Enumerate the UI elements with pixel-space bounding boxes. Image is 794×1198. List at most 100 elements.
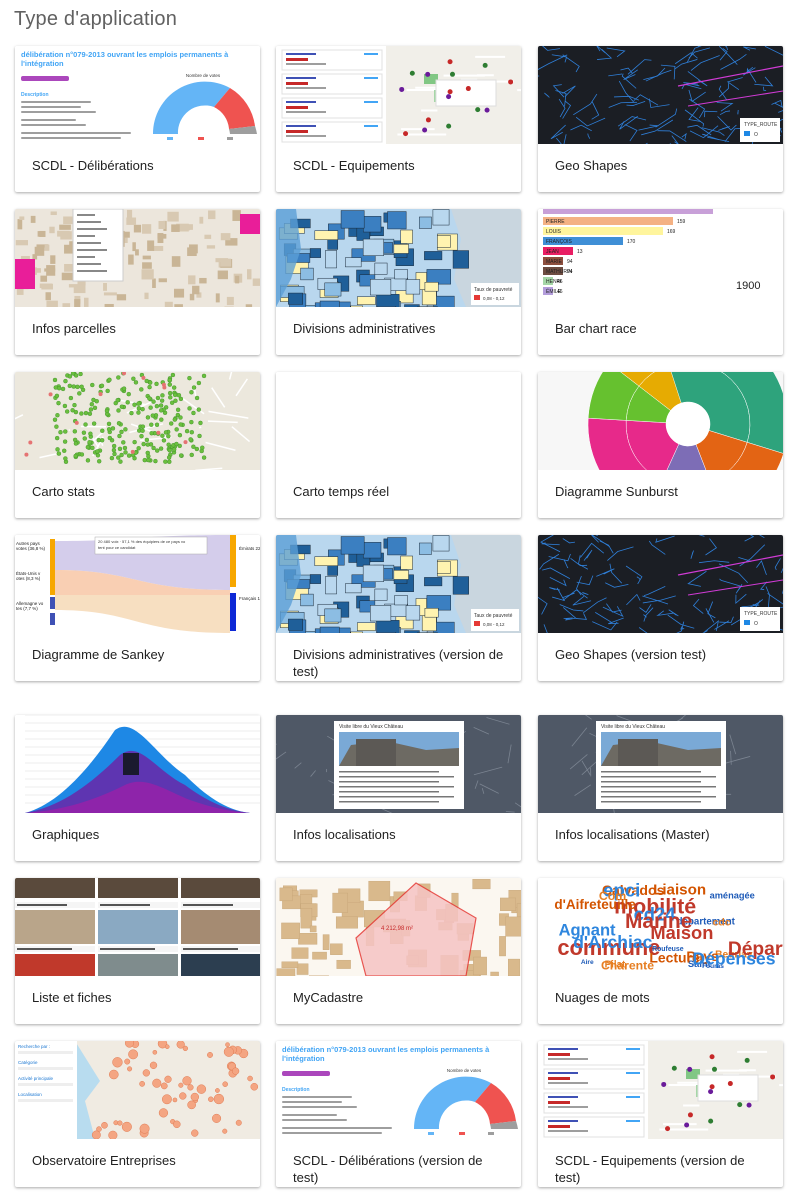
app-type-card-scdl-equipements[interactable]: SCDL - Equipements [276,46,521,192]
svg-text:MARIE: MARIE [546,259,563,265]
card-title: MyCadastre [293,990,364,1005]
svg-text:Liaison: Liaison [653,882,706,899]
app-type-card-diagramme-de-sankey[interactable]: 20 480 voix · 57,1 % des équipiers de ce… [15,535,260,681]
svg-text:TYPE_ROUTE: TYPE_ROUTE [744,122,778,128]
svg-text:Visite libre du Vieux Château: Visite libre du Vieux Château [339,724,403,730]
svg-text:169: 169 [667,229,676,235]
svg-text:O: O [754,132,758,138]
app-type-card-nuages-de-mots[interactable]: Saint Beurlay Calvados epci mobilité aménagée… [538,878,783,1024]
card-title: SCDL - Equipements (version de test) [555,1153,745,1185]
card-title: SCDL - Délibérations [32,158,154,173]
app-type-card-divisions-administratives[interactable]: Taux de pauvreté 0,08 - 0,12 Divisions adm… [276,209,521,355]
card-thumbnail: PIERRE 159 LOUIS 169 FRANÇOIS 170 JEAN 13 MARIE 9… [538,209,783,307]
card-title: Geo Shapes [555,158,628,173]
svg-text:JEAN: JEAN [546,249,559,255]
card-thumbnail [15,878,260,976]
card-title: Graphiques [32,827,100,842]
svg-text:Activité principale: Activité principale [18,1076,54,1081]
card-thumbnail: Taux de pauvreté 0,08 - 0,12 [276,209,521,307]
svg-text:cdc: cdc [713,918,731,929]
svg-text:LOUIS: LOUIS [546,229,562,235]
card-thumbnail [15,209,260,307]
svg-text:Localisation: Localisation [18,1092,42,1097]
svg-text:Nombre de votes: Nombre de votes [447,1068,482,1073]
card-thumbnail: Saint Beurlay Calvados epci mobilité aménagée… [538,878,783,976]
svg-text:Aire: Aire [581,959,594,966]
card-thumbnail: 4 212,98 m² [276,878,521,976]
card-title: Divisions administratives (version de te… [293,647,504,679]
card-thumbnail [15,372,260,470]
card-thumbnail [538,1041,783,1139]
svg-text:votes (36,8 %): votes (36,8 %) [16,546,46,551]
svg-text:Taux de pauvreté: Taux de pauvreté [474,613,513,619]
card-thumbnail [276,46,521,144]
card-thumbnail [538,372,783,470]
card-thumbnail: délibération n°079-2013 ouvrant les empl… [15,46,260,144]
svg-text:20 480 voix · 57,1 % des équip: 20 480 voix · 57,1 % des équipiers de ce… [98,539,186,544]
svg-text:Visite libre du Vieux Château: Visite libre du Vieux Château [601,724,665,730]
svg-text:13: 13 [577,249,583,255]
card-title: Infos parcelles [32,321,116,336]
card-thumbnail: Recherche par : Catégorie Activité princip… [15,1041,260,1139]
app-type-card-bar-chart-race[interactable]: PIERRE 159 LOUIS 169 FRANÇOIS 170 JEAN 13 MARIE 9… [538,209,783,355]
app-type-card-infos-parcelles[interactable]: Infos parcelles [15,209,260,355]
svg-text:PIERRE: PIERRE [546,219,565,225]
app-type-card-geo-shapes-version-test[interactable]: TYPE_ROUTE O Geo Shapes (version test) [538,535,783,681]
svg-text:Com: Com [599,889,626,903]
svg-text:otes (8,3 %): otes (8,3 %) [16,576,41,581]
app-type-card-mycadastre[interactable]: 4 212,98 m² MyCadastre [276,878,521,1024]
svg-text:46: 46 [557,289,563,295]
card-title: Carto stats [32,484,95,499]
svg-text:0,08 - 0,12: 0,08 - 0,12 [483,622,505,627]
card-thumbnail: Visite libre du Vieux Château [538,715,783,813]
svg-text:170: 170 [627,239,636,245]
card-thumbnail: TYPE_ROUTE O [538,535,783,633]
app-type-card-divisions-administratives-version-de-test[interactable]: Taux de pauvreté 0,08 - 0,12 Divisions adm… [276,535,521,681]
card-title: Bar chart race [555,321,637,336]
svg-text:4 212,98 m²: 4 212,98 m² [381,926,413,932]
app-type-card-carto-stats[interactable]: Carto stats [15,372,260,518]
card-title: Nuages de mots [555,990,650,1005]
page-title: Type d'application [14,8,178,30]
app-type-card-infos-localisations-master[interactable]: Visite libre du Vieux Château Infos local… [538,715,783,861]
svg-text:Fouras: Fouras [702,963,724,970]
svg-text:O: O [754,621,758,627]
card-title: Observatoire Entreprises [32,1153,176,1168]
card-thumbnail [276,372,521,470]
card-thumbnail [15,715,260,813]
svg-text:Charente: Charente [601,958,654,972]
card-thumbnail: délibération n°079-2013 ouvrant les empl… [276,1041,521,1139]
card-title: Carto temps réel [293,484,390,499]
card-thumbnail: TYPE_ROUTE O [538,46,783,144]
svg-text:Taux de pauvreté: Taux de pauvreté [474,287,513,293]
app-type-card-liste-et-fiches[interactable]: Liste et fiches [15,878,260,1024]
app-type-card-scdl-deliberations-version-de-test[interactable]: délibération n°079-2013 ouvrant les empl… [276,1041,521,1187]
svg-text:FRANÇOIS: FRANÇOIS [546,239,573,245]
svg-text:Catégorie: Catégorie [18,1060,38,1065]
svg-text:94: 94 [567,259,573,265]
svg-text:d'Archiac: d'Archiac [573,932,652,952]
card-thumbnail: Taux de pauvreté 0,08 - 0,12 [276,535,521,633]
app-type-card-scdl-deliberations[interactable]: délibération n°079-2013 ouvrant les empl… [15,46,260,192]
svg-text:Émirats 223 870: Émirats 223 870 [239,545,260,551]
svg-text:Nombre de votes: Nombre de votes [186,73,221,78]
card-title: Diagramme de Sankey [32,647,165,662]
svg-text:tent pour ce candidat: tent pour ce candidat [98,545,136,550]
svg-text:Recherche par :: Recherche par : [18,1044,50,1049]
svg-text:aménagée: aménagée [710,890,755,900]
app-type-card-geo-shapes[interactable]: TYPE_ROUTE O Geo Shapes [538,46,783,192]
svg-text:TYPE_ROUTE: TYPE_ROUTE [744,611,778,617]
app-type-card-observatoire-entreprises[interactable]: Recherche par : Catégorie Activité princip… [15,1041,260,1187]
app-type-card-scdl-equipements-version-de-test[interactable]: SCDL - Equipements (version de test) [538,1041,783,1187]
svg-text:Marine: Marine [625,910,692,933]
svg-text:Français 145 838: Français 145 838 [239,596,260,601]
app-type-card-diagramme-sunburst[interactable]: Diagramme Sunburst [538,372,783,518]
app-type-card-carto-temps-reel[interactable]: Carto temps réel [276,372,521,518]
card-title: Infos localisations (Master) [555,827,710,842]
app-type-card-infos-localisations[interactable]: Visite libre du Vieux Château Infos local… [276,715,521,861]
svg-text:94: 94 [567,269,573,275]
card-title: Infos localisations [293,827,396,842]
card-title: Divisions administratives [293,321,436,336]
svg-text:0,08 - 0,12: 0,08 - 0,12 [483,296,505,301]
app-type-card-graphiques[interactable]: Graphiques [15,715,260,861]
